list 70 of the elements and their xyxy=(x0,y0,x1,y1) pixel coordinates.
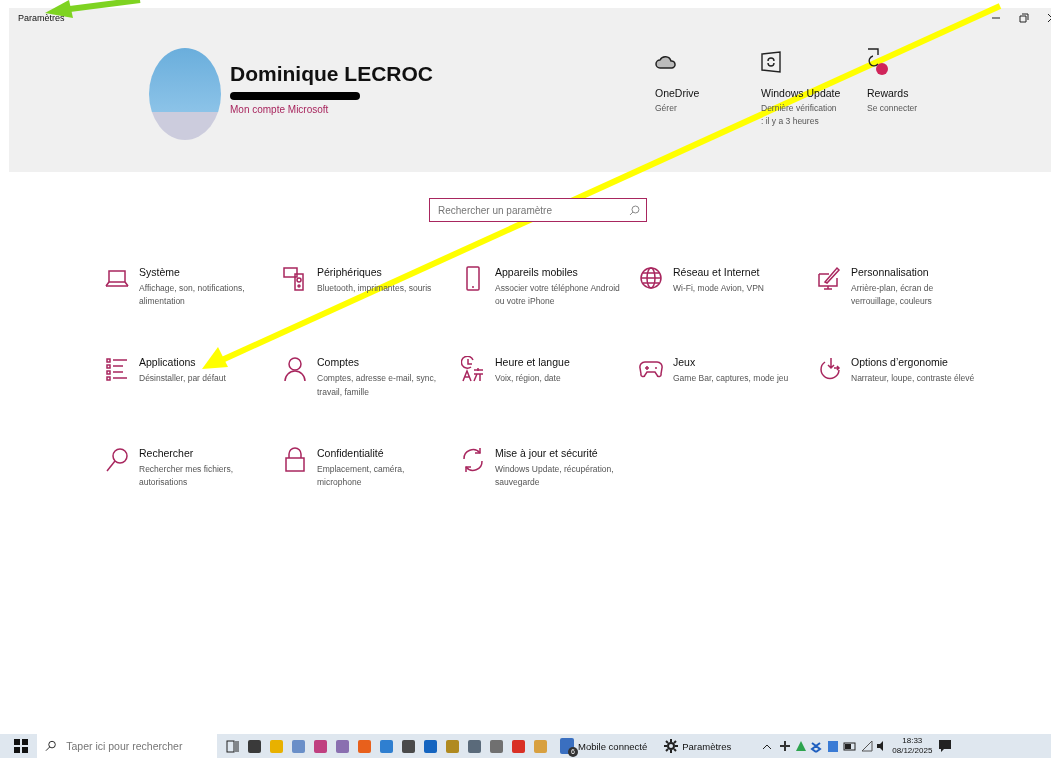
taskbar-window-button[interactable]: Paramètres xyxy=(660,739,736,753)
category-description: Arrière-plan, écran de verrouillage, couleurs xyxy=(851,282,935,309)
quick-link-status: Gérer xyxy=(655,102,678,115)
windows-start-icon[interactable] xyxy=(14,739,28,753)
quick-link-title[interactable]: OneDrive xyxy=(655,87,761,99)
notifications-icon[interactable] xyxy=(938,739,953,753)
brush-icon[interactable] xyxy=(817,266,841,292)
category-description: Voix, région, date xyxy=(495,372,562,386)
category-title[interactable]: Comptes xyxy=(317,356,447,369)
quick-link-status: Se connecter xyxy=(867,102,919,115)
keyboard-icon[interactable] xyxy=(283,266,307,292)
app-tile-icon[interactable] xyxy=(534,739,547,753)
window-title: Paramètres xyxy=(18,13,65,23)
category-description: Affichage, son, notifications, alimentation xyxy=(139,282,246,309)
app-tile-icon[interactable] xyxy=(468,739,481,753)
clock-date[interactable]: 08/12/2025 xyxy=(892,746,933,756)
chevron-up-icon[interactable] xyxy=(762,742,773,750)
category-title[interactable]: Applications xyxy=(139,356,269,369)
category-description: Wi-Fi, mode Avion, VPN xyxy=(673,282,765,295)
person-icon[interactable] xyxy=(283,356,307,383)
app-tile-icon[interactable] xyxy=(336,739,349,753)
category-title[interactable]: Options d’ergonomie xyxy=(851,356,981,369)
settings-icon xyxy=(664,739,679,753)
category-title[interactable]: Système xyxy=(139,266,269,278)
app-tile-icon[interactable] xyxy=(270,739,283,753)
category-description: Emplacement, caméra, microphone xyxy=(317,462,406,489)
app-tile-icon[interactable] xyxy=(314,739,327,753)
category-description: Comptes, adresse e-mail, sync, travail, famille xyxy=(317,372,438,399)
category-title[interactable]: Heure et langue xyxy=(495,356,625,369)
app-tile-icon[interactable] xyxy=(248,739,261,753)
list-icon[interactable] xyxy=(105,356,129,383)
app-tile-icon[interactable] xyxy=(380,739,393,753)
category-description: Narrateur, loupe, contraste élevé xyxy=(851,372,976,386)
app-tile-icon[interactable] xyxy=(402,739,415,753)
category-title[interactable]: Périphériques xyxy=(317,266,447,278)
category-title[interactable]: Confidentialité xyxy=(317,446,447,459)
app-tile-icon[interactable] xyxy=(512,739,525,753)
lock-icon[interactable] xyxy=(283,446,307,473)
app-tile-icon[interactable] xyxy=(446,739,459,753)
category-title[interactable]: Rechercher xyxy=(139,446,269,459)
app-tile-icon[interactable] xyxy=(424,739,437,753)
category-description: Windows Update, récupération, sauvegarde xyxy=(495,462,615,489)
category-title[interactable]: Jeux xyxy=(673,356,803,369)
restore-icon[interactable] xyxy=(1019,13,1029,23)
category-title[interactable]: Personnalisation xyxy=(851,266,981,278)
rewards-icon[interactable] xyxy=(867,48,889,76)
sync-icon[interactable] xyxy=(461,446,485,473)
quick-link-title[interactable]: Rewards xyxy=(867,87,973,99)
category-title[interactable]: Appareils mobiles xyxy=(495,266,625,278)
app-tile-icon[interactable] xyxy=(292,739,305,753)
search-icon xyxy=(45,740,57,752)
app-tile-icon[interactable] xyxy=(490,739,503,753)
category-description: Game Bar, captures, mode jeu xyxy=(673,372,790,386)
search-icon[interactable] xyxy=(105,446,129,473)
task-view-icon[interactable] xyxy=(226,739,239,753)
category-description: Associer votre téléphone Android ou votre iPhone xyxy=(495,282,621,309)
category-title[interactable]: Réseau et Internet xyxy=(673,266,803,278)
category-description: Rechercher mes fichiers, autorisations xyxy=(139,462,234,489)
clock-icon[interactable] xyxy=(461,356,485,383)
app-tile-icon[interactable] xyxy=(358,739,371,753)
update-icon[interactable] xyxy=(761,48,781,76)
clock-time[interactable]: 18:33 xyxy=(902,736,923,746)
taskbar-search-field[interactable]: Taper ici pour rechercher xyxy=(37,734,217,758)
category-title[interactable]: Mise à jour et sécurité xyxy=(495,446,625,459)
search-icon xyxy=(629,204,640,216)
globe-icon[interactable] xyxy=(639,266,663,292)
account-link[interactable]: Mon compte Microsoft xyxy=(230,104,433,115)
user-name: Dominique LECROC xyxy=(230,62,433,86)
category-description: Désinstaller, par défaut xyxy=(139,372,227,386)
search-field[interactable]: Rechercher un paramètre xyxy=(429,198,647,222)
